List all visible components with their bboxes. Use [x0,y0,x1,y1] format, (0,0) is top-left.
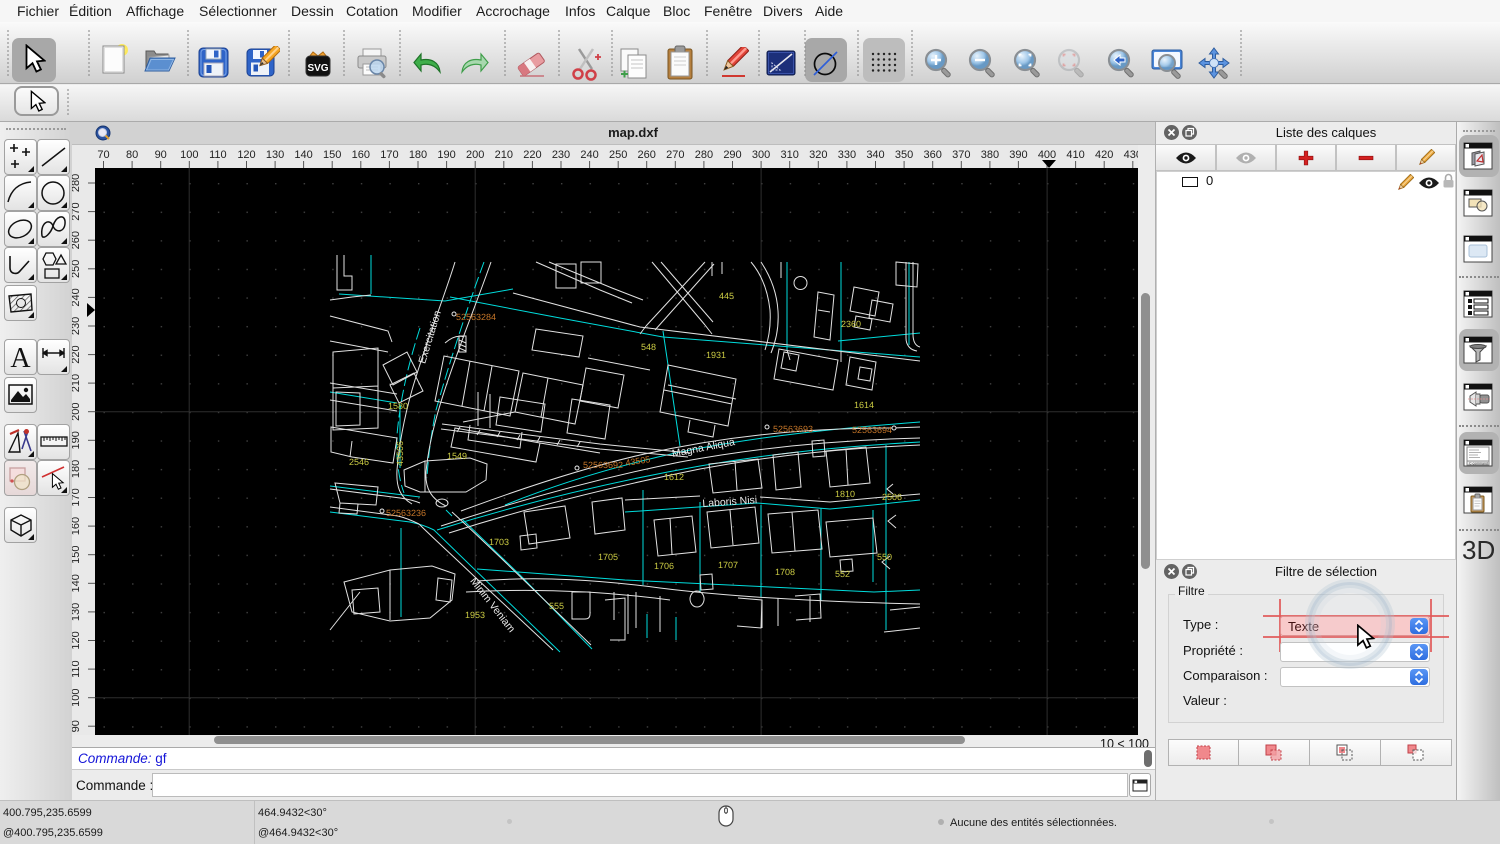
svg-text:220: 220 [72,345,82,363]
svg-text:140: 140 [294,149,312,161]
svg-text:70: 70 [97,149,109,161]
svg-text:180: 180 [409,149,427,161]
svg-text:2546: 2546 [349,457,369,467]
svg-text:1810: 1810 [835,489,855,499]
svg-text:130: 130 [72,603,82,621]
svg-text:52563236: 52563236 [386,508,426,518]
svg-text:230: 230 [72,317,82,335]
svg-text:240: 240 [72,288,82,306]
svg-text:430: 430 [1124,149,1138,161]
svg-text:400: 400 [1038,149,1056,161]
svg-text:310: 310 [781,149,799,161]
svg-text:290: 290 [723,149,741,161]
svg-text:270: 270 [72,202,82,220]
svg-text:130: 130 [266,149,284,161]
svg-text:2360: 2360 [841,319,861,329]
svg-text:210: 210 [495,149,513,161]
svg-text:120: 120 [72,631,82,649]
svg-text:160: 160 [72,517,82,535]
svg-text:555: 555 [549,601,564,611]
svg-text:410: 410 [1066,149,1084,161]
svg-text:100: 100 [180,149,198,161]
svg-text:120: 120 [237,149,255,161]
svg-text:170: 170 [72,488,82,506]
svg-text:1580: 1580 [388,401,408,411]
svg-text:390: 390 [1009,149,1027,161]
svg-text:SVG: SVG [307,63,328,74]
svg-text:240: 240 [580,149,598,161]
svg-text:140: 140 [72,574,82,592]
svg-text:330: 330 [838,149,856,161]
svg-text:52563694: 52563694 [852,425,892,435]
svg-text:1612: 1612 [664,472,684,482]
svg-text:160: 160 [352,149,370,161]
svg-text:380: 380 [981,149,999,161]
svg-text:350: 350 [895,149,913,161]
svg-text:300: 300 [752,149,770,161]
svg-text:200: 200 [72,403,82,421]
svg-text:548: 548 [641,342,656,352]
svg-text:250: 250 [609,149,627,161]
svg-text:2506: 2506 [882,492,902,502]
svg-text:550: 550 [877,552,892,562]
svg-text:260: 260 [638,149,656,161]
svg-text:445: 445 [719,291,734,301]
svg-text:190: 190 [437,149,455,161]
svg-text:1705: 1705 [598,552,618,562]
svg-text:1708: 1708 [775,567,795,577]
svg-text:552: 552 [835,569,850,579]
svg-text:52563284: 52563284 [456,312,496,322]
svg-text:280: 280 [72,174,82,192]
svg-text:1707: 1707 [718,560,738,570]
svg-text:52563693: 52563693 [773,424,813,434]
svg-text:90: 90 [155,149,167,161]
svg-text:210: 210 [72,374,82,392]
svg-text:80: 80 [126,149,138,161]
svg-text:280: 280 [695,149,713,161]
svg-text:360: 360 [924,149,942,161]
svg-text:370: 370 [952,149,970,161]
svg-text:1703: 1703 [489,537,509,547]
svg-text:1549: 1549 [447,451,467,461]
svg-text:100: 100 [72,689,82,707]
svg-text:340: 340 [866,149,884,161]
svg-text:110: 110 [209,149,227,161]
svg-text:1953: 1953 [465,610,485,620]
svg-text:200: 200 [466,149,484,161]
svg-text:190: 190 [72,431,82,449]
svg-text:180: 180 [72,460,82,478]
svg-text:170: 170 [380,149,398,161]
svg-text:250: 250 [72,260,82,278]
svg-text:43506: 43506 [395,441,405,466]
svg-text:1931: 1931 [706,350,726,360]
svg-text:220: 220 [523,149,541,161]
svg-text:260: 260 [72,231,82,249]
svg-text:52563692: 52563692 [583,460,623,470]
svg-text:110: 110 [72,660,82,678]
svg-text:270: 270 [666,149,684,161]
svg-text:150: 150 [323,149,341,161]
svg-text:320: 320 [809,149,827,161]
svg-text:A: A [10,343,31,374]
svg-text:420: 420 [1095,149,1113,161]
svg-text:150: 150 [72,546,82,564]
svg-text:1706: 1706 [654,561,674,571]
svg-text:C command: C command [1469,461,1488,465]
svg-text:230: 230 [552,149,570,161]
svg-text:90: 90 [72,720,82,732]
svg-text:1614: 1614 [854,400,874,410]
